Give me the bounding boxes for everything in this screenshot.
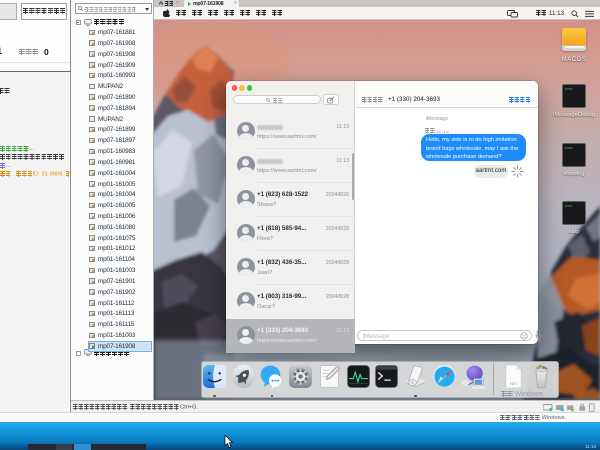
svg-text:EDIT: EDIT [510, 382, 518, 386]
